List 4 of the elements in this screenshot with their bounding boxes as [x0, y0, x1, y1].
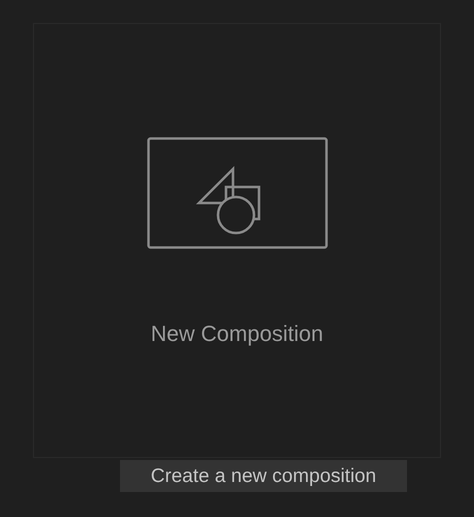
new-composition-card[interactable]: New Composition: [33, 23, 441, 458]
tooltip: Create a new composition: [120, 460, 407, 492]
composition-icon: [146, 137, 328, 249]
card-title: New Composition: [150, 320, 324, 348]
